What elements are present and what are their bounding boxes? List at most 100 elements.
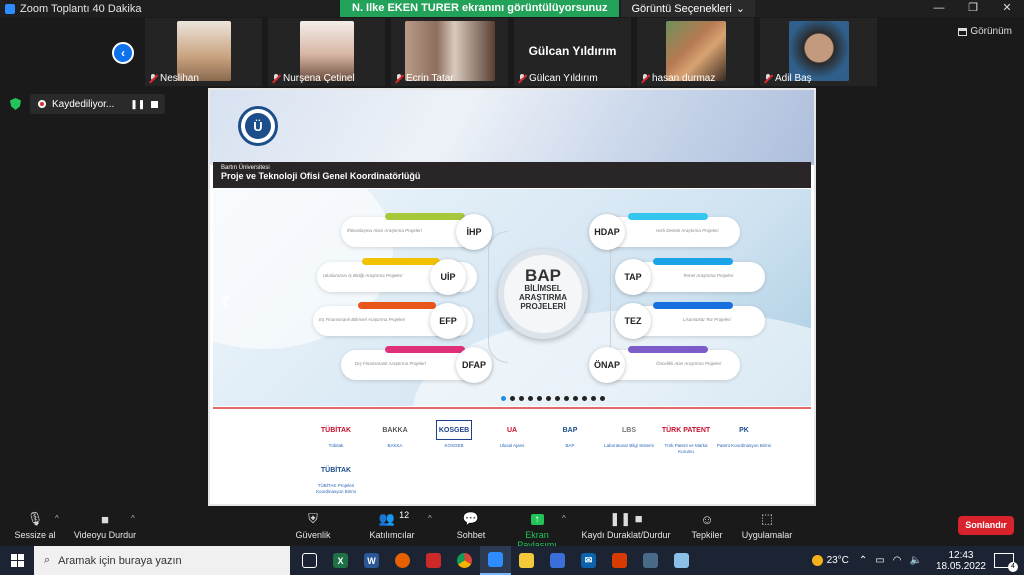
gallery-prev-button[interactable]: ‹ xyxy=(112,42,134,64)
maximize-button[interactable]: ❐ xyxy=(956,0,990,17)
carousel-dot[interactable] xyxy=(519,396,524,401)
weather-widget[interactable]: 23°C xyxy=(811,555,849,566)
store-icon xyxy=(550,553,565,568)
pause-recording-icon[interactable]: ❚❚ xyxy=(130,99,145,110)
firefox-icon xyxy=(395,553,410,568)
node-tap[interactable]: TAP xyxy=(615,259,651,295)
start-button[interactable] xyxy=(0,546,34,575)
node-dfap[interactable]: DFAP xyxy=(456,347,492,383)
mute-options-caret[interactable]: ^ xyxy=(55,514,59,523)
participants-options-caret[interactable]: ^ xyxy=(428,514,432,523)
taskbar-teams[interactable] xyxy=(418,546,449,575)
participant-tile[interactable]: Adil Baş xyxy=(760,18,877,86)
taskbar-firefox[interactable] xyxy=(387,546,418,575)
chat-icon: 💬 xyxy=(462,511,480,526)
participant-gallery: Neslihan Nurşena Çetinel Ecrin Tatar Gül… xyxy=(145,18,877,86)
partner-turk-patent[interactable]: TÜRK PATENT Türk Patent ve Marka Kurumu xyxy=(656,420,716,455)
mute-button[interactable]: 🎙 Sessize al xyxy=(14,510,56,540)
carousel-dot[interactable] xyxy=(510,396,515,401)
node-onap[interactable]: ÖNAP xyxy=(589,347,625,383)
chat-button[interactable]: 💬 Sohbet xyxy=(455,510,487,540)
chevron-up-icon[interactable]: ⌃ xyxy=(859,555,867,566)
mic-muted-icon xyxy=(149,74,157,83)
taskbar-chrome[interactable] xyxy=(449,546,480,575)
taskbar-paint[interactable] xyxy=(666,546,697,575)
partner-bap[interactable]: BAP BAP xyxy=(540,420,600,449)
partner-kosgeb[interactable]: KOSGEB KOSGEB xyxy=(424,420,484,449)
carousel-dot[interactable] xyxy=(528,396,533,401)
partner-bakka[interactable]: BAKKA BAKKA xyxy=(365,420,425,449)
participant-video xyxy=(404,21,495,81)
mic-muted-icon xyxy=(272,74,280,83)
node-efp[interactable]: EFP xyxy=(430,303,466,339)
view-label: Görünüm xyxy=(970,26,1012,37)
notification-center-button[interactable]: 4 xyxy=(994,553,1018,572)
participant-display-name: Gülcan Yıldırım xyxy=(528,44,617,58)
carousel-dot[interactable] xyxy=(501,396,506,401)
partner-patent-koordinasyon[interactable]: PK Patent Koordinasyon Birimi xyxy=(714,420,774,449)
partner-tubitak[interactable]: TÜBİTAK Tübitak xyxy=(306,420,366,449)
task-view-button[interactable] xyxy=(294,546,325,575)
taskbar-mail[interactable]: ✉ xyxy=(573,546,604,575)
participant-tile[interactable]: Nurşena Çetinel xyxy=(268,18,385,86)
carousel-dot[interactable] xyxy=(555,396,560,401)
view-options-button[interactable]: Görüntü Seçenekleri ⌄ xyxy=(621,0,755,17)
folder-icon xyxy=(519,553,534,568)
notification-count: 4 xyxy=(1008,562,1018,572)
carousel-dot[interactable] xyxy=(537,396,542,401)
end-meeting-button[interactable]: Sonlandır xyxy=(958,516,1014,535)
participant-video xyxy=(665,21,726,81)
participant-tile[interactable]: Ecrin Tatar xyxy=(391,18,508,86)
clock[interactable]: 12:43 18.05.2022 xyxy=(936,550,986,572)
taskbar-zoom[interactable] xyxy=(480,546,511,575)
minimize-button[interactable]: — xyxy=(922,0,956,17)
participant-tile[interactable]: hasan durmaz xyxy=(637,18,754,86)
volume-icon[interactable]: 🔈 xyxy=(909,555,921,566)
search-placeholder: Aramak için buraya yazın xyxy=(58,554,182,567)
taskbar-calculator[interactable] xyxy=(635,546,666,575)
partner-tubitak-coordination[interactable]: TÜBİTAK TÜBİTAK Projeleri Koordinasyon B… xyxy=(306,460,366,495)
participants-button[interactable]: 👥 12 Katılımcılar xyxy=(368,510,416,540)
node-hdap[interactable]: HDAP xyxy=(589,214,625,250)
recording-indicator: Kaydediliyor... ❚❚ xyxy=(30,94,165,114)
share-screen-button[interactable]: ↑ Ekran Paylaşımı xyxy=(505,510,569,550)
mic-muted-icon xyxy=(641,74,649,83)
taskbar-search[interactable]: ⌕ Aramak için buraya yazın xyxy=(34,546,290,575)
share-options-caret[interactable]: ^ xyxy=(562,514,566,523)
network-icon[interactable]: ▭ xyxy=(875,555,884,566)
taskbar-excel[interactable]: X xyxy=(325,546,356,575)
carousel-dot[interactable] xyxy=(546,396,551,401)
carousel-dot[interactable] xyxy=(591,396,596,401)
stop-recording-icon[interactable] xyxy=(151,100,159,108)
pause-stop-recording-button[interactable]: ❚❚ ■ Kaydı Duraklat/Durdur xyxy=(578,510,674,540)
carousel-dot[interactable] xyxy=(582,396,587,401)
close-button[interactable]: ✕ xyxy=(990,0,1024,17)
node-ihp[interactable]: İHP xyxy=(456,214,492,250)
node-uip[interactable]: UİP xyxy=(430,259,466,295)
wifi-icon[interactable]: ◠ xyxy=(893,555,902,566)
office-icon xyxy=(612,553,627,568)
partner-lab-system[interactable]: LBS Laboratuvar Bilgi Sistemi xyxy=(599,420,659,449)
university-logo[interactable]: Ü xyxy=(238,106,278,146)
taskbar-office[interactable] xyxy=(604,546,635,575)
taskbar-store[interactable] xyxy=(542,546,573,575)
reactions-button[interactable]: ☺ Tepkiler xyxy=(690,510,724,541)
node-tez[interactable]: TEZ xyxy=(615,303,651,339)
participant-tile[interactable]: Gülcan Yıldırım Gülcan Yıldırım xyxy=(514,18,631,86)
video-options-caret[interactable]: ^ xyxy=(131,514,135,523)
view-button[interactable]: Görünüm xyxy=(958,26,1012,37)
security-button[interactable]: ⛨ Güvenlik xyxy=(295,510,331,540)
taskbar-explorer[interactable] xyxy=(511,546,542,575)
partner-ulusal-ajans[interactable]: UA Ulusal Ajans xyxy=(482,420,542,449)
site-header: Ü xyxy=(210,90,814,165)
bap-center[interactable]: BAP BİLİMSEL ARAŞTIRMA PROJELERİ xyxy=(498,249,588,339)
chevron-down-icon: ⌄ xyxy=(735,3,745,15)
carousel-dot[interactable] xyxy=(573,396,578,401)
taskbar-word[interactable]: W xyxy=(356,546,387,575)
slider-prev-arrow[interactable]: ‹ xyxy=(221,284,230,316)
participant-tile[interactable]: Neslihan xyxy=(145,18,262,86)
carousel-dot[interactable] xyxy=(564,396,569,401)
apps-button[interactable]: ⬚ Uygulamalar xyxy=(740,510,794,540)
stop-video-button[interactable]: ■ Videoyu Durdur xyxy=(72,510,138,541)
carousel-dot[interactable] xyxy=(600,396,605,401)
